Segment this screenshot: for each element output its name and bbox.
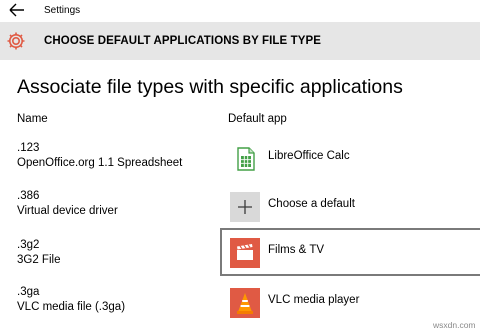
window-title: Settings	[44, 5, 81, 16]
default-app-name: Choose a default	[268, 198, 355, 210]
default-app-name: VLC media player	[268, 294, 360, 306]
title-bar: Settings	[0, 0, 480, 22]
page-header: CHOOSE DEFAULT APPLICATIONS BY FILE TYPE	[0, 22, 480, 60]
default-app-button[interactable]: Films & TV	[220, 228, 480, 276]
plus-icon	[230, 192, 260, 222]
file-type-row: .123 OpenOffice.org 1.1 Spreadsheet Libr…	[0, 142, 480, 188]
gear-icon	[7, 32, 25, 50]
default-app-name: Films & TV	[268, 244, 325, 256]
file-extension: .3g2	[17, 239, 40, 251]
file-description: OpenOffice.org 1.1 Spreadsheet	[17, 157, 183, 169]
file-description: Virtual device driver	[17, 205, 118, 217]
column-header-default-app: Default app	[228, 113, 287, 125]
file-extension: .3ga	[17, 286, 40, 298]
file-extension: .386	[17, 190, 40, 202]
file-extension: .123	[17, 142, 40, 154]
page-title: Associate file types with specific appli…	[17, 76, 403, 98]
default-app-button[interactable]: LibreOffice Calc	[220, 138, 480, 182]
file-description: VLC media file (.3ga)	[17, 301, 126, 313]
films-tv-icon	[230, 238, 260, 268]
header-title: CHOOSE DEFAULT APPLICATIONS BY FILE TYPE	[44, 35, 322, 47]
default-app-button[interactable]: Choose a default	[220, 186, 480, 230]
file-type-row: .3g2 3G2 File Films & TV	[0, 228, 480, 285]
back-arrow-icon[interactable]	[8, 2, 26, 18]
file-type-row: .3ga VLC media file (.3ga) VLC media pla…	[0, 286, 480, 332]
file-description: 3G2 File	[17, 254, 61, 266]
column-header-name: Name	[17, 113, 48, 125]
default-app-name: LibreOffice Calc	[268, 150, 350, 162]
libreoffice-calc-icon	[230, 144, 260, 174]
watermark: wsxdn.com	[433, 320, 476, 330]
vlc-icon	[230, 288, 260, 318]
